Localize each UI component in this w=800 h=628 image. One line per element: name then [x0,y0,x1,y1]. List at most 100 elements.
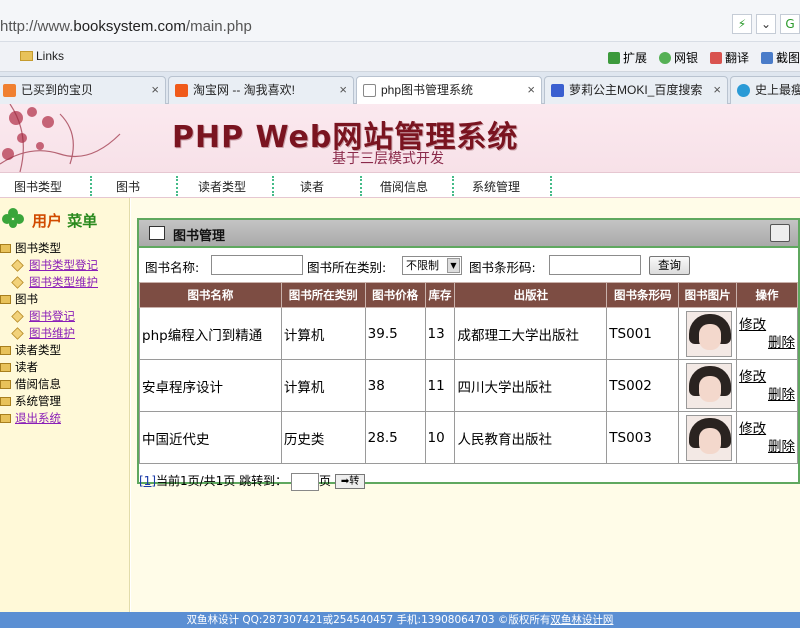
tree-label: 系统管理 [15,394,61,408]
document-icon [11,276,24,289]
folder-icon [0,380,11,389]
cell-barcode: TS003 [606,411,680,464]
tree-item-book-type-maintain[interactable]: 图书类型维护 [11,274,98,290]
tree-item-book-maintain[interactable]: 图书维护 [11,325,75,341]
ebank-button[interactable]: 网银 [658,49,698,66]
dropdown-arrow-icon: ▼ [447,258,460,273]
address-bar[interactable]: http://www.booksystem.com/main.php ⚡ ⌄ G [0,0,800,42]
tab-taobao[interactable]: 淘宝网 -- 淘我喜欢! × [168,76,354,104]
cell-publisher: 四川大学出版社 [454,359,608,412]
cell-image [678,411,738,464]
jump-page-input[interactable] [290,472,319,491]
footer: 双鱼林设计 QQ:287307421或254540457 手机:13908064… [0,612,800,628]
nav-book[interactable]: 图书 [116,178,140,195]
table-row: php编程入门到精通 计算机 39.5 13 成都理工大学出版社 TS001 修… [139,307,798,360]
page-unit: 页 [318,474,331,488]
tree-item-book-register[interactable]: 图书登记 [11,308,75,324]
tab-purchased[interactable]: 已买到的宝贝 × [0,76,166,104]
cell-stock: 13 [424,307,456,360]
tree-item-reader-type[interactable]: 读者类型 [0,342,61,358]
extensions-icon [607,52,620,64]
edit-link[interactable]: 修改 [739,420,796,438]
cell-price: 39.5 [364,307,426,360]
scissors-icon [760,52,773,64]
url-domain: booksystem.com [73,18,186,35]
nav-divider [550,176,552,196]
cell-book-name: 中国近代史 [139,411,282,464]
tab-label: php图书管理系统 [381,83,474,97]
nav-system-admin[interactable]: 系统管理 [472,178,520,195]
extensions-button[interactable]: 扩展 [607,49,647,66]
tree-label: 图书登记 [29,309,75,323]
bookmark-links[interactable]: Links [20,49,64,63]
tree-label: 读者 [15,360,38,374]
close-icon[interactable]: × [527,77,535,103]
tree-item-book-type[interactable]: 图书类型 [0,240,61,256]
delete-link[interactable]: 删除 [739,334,796,352]
nav-divider [452,176,454,196]
footer-link[interactable]: 双鱼林设计网 [550,614,613,626]
url-prefix: http://www. [0,18,74,35]
query-button[interactable]: 查询 [649,256,690,275]
cell-stock: 11 [424,359,456,412]
browser-favicon-icon [737,84,750,97]
delete-link[interactable]: 删除 [739,438,796,456]
page-favicon-icon [363,84,376,97]
folder-icon [0,295,11,304]
tab-label: 萝莉公主MOKI_百度搜索 [569,83,703,97]
book-management-panel: 图书管理 图书名称: 图书所在类别: 不限制 ▼ 图书条形码: 查询 图书名称 [137,218,800,484]
tree-item-logout[interactable]: 退出系统 [0,410,61,426]
book-name-input[interactable] [211,255,303,275]
lightning-icon[interactable]: ⚡ [732,14,752,34]
close-icon[interactable]: × [151,77,159,103]
dropdown-icon[interactable]: ⌄ [756,14,776,34]
cell-publisher: 人民教育出版社 [454,411,608,464]
screenshot-button[interactable]: 截图 [760,49,800,66]
tree-item-book[interactable]: 图书 [0,291,38,307]
page-link[interactable]: [1] [139,474,156,488]
nav-reader-type[interactable]: 读者类型 [198,178,246,195]
panel-title: 图书管理 [173,229,226,244]
search-bar: 图书名称: 图书所在类别: 不限制 ▼ 图书条形码: 查询 [139,250,798,280]
url-text[interactable]: http://www.booksystem.com/main.php [0,18,252,35]
category-select[interactable]: 不限制 ▼ [402,256,462,275]
header-book-name: 图书名称 [139,282,282,308]
folder-icon [0,346,11,355]
translate-button[interactable]: 翻译 [709,49,749,66]
header-actions: 操作 [736,282,798,308]
edit-link[interactable]: 修改 [739,368,796,386]
nav-divider [360,176,362,196]
nav-borrow-info[interactable]: 借阅信息 [380,178,428,195]
tree-label: 借阅信息 [15,377,61,391]
tree-item-reader[interactable]: 读者 [0,359,38,375]
go-button[interactable]: ➡转 [334,474,366,489]
site-banner: PHP Web网站管理系统 基于三层模式开发 [0,104,800,172]
url-path: /main.php [185,18,252,35]
sidebar: 用户 菜单 图书类型 图书类型登记 图书类型维护 图书 图书登记 图书维护 读者… [0,198,130,612]
ebank-icon [658,52,671,64]
close-icon[interactable]: × [339,77,347,103]
tab-php-book-system[interactable]: php图书管理系统 × [356,76,542,105]
close-icon[interactable]: × [713,77,721,103]
printer-icon[interactable] [770,224,790,242]
tab-thinnest[interactable]: 史上最瘦女 [730,76,800,104]
flower-decoration-icon [0,104,121,172]
edit-link[interactable]: 修改 [739,316,796,334]
cell-image [678,307,738,360]
table-header-row: 图书名称 图书所在类别 图书价格 库存 出版社 图书条形码 图书图片 操作 [139,282,798,308]
delete-link[interactable]: 删除 [739,386,796,404]
nav-reader[interactable]: 读者 [300,178,324,195]
barcode-input[interactable] [549,255,641,275]
cell-category: 历史类 [280,411,366,464]
nav-book-type[interactable]: 图书类型 [14,178,62,195]
nav-divider [90,176,92,196]
pagination: [1]当前1页/共1页 跳转到： 页 ➡转 [139,472,366,492]
tab-baidu-search[interactable]: 萝莉公主MOKI_百度搜索 × [544,76,728,104]
cell-book-name: 安卓程序设计 [139,359,282,412]
folder-icon [0,397,11,406]
tree-item-book-type-register[interactable]: 图书类型登记 [11,257,98,273]
tree-item-system-admin[interactable]: 系统管理 [0,393,61,409]
tree-item-borrow-info[interactable]: 借阅信息 [0,376,61,392]
search-engine-icon[interactable]: G [780,14,800,34]
nav-divider [272,176,274,196]
